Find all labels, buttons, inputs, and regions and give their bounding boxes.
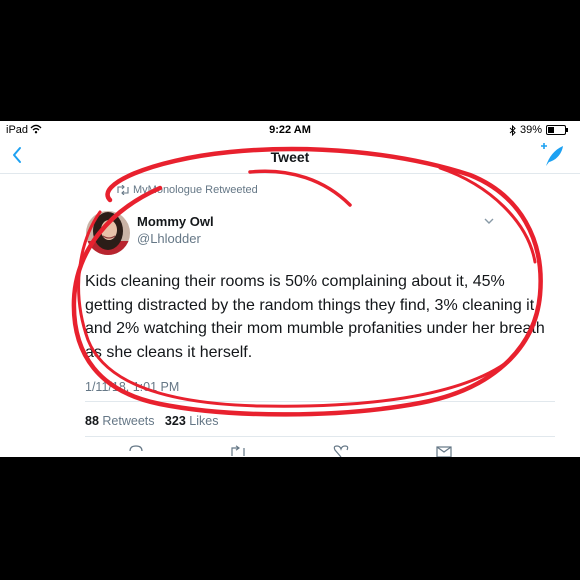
like-count-label: Likes [189, 414, 219, 428]
retweet-count-label: Retweets [102, 414, 155, 428]
tweet-timestamp: 1/11/18, 1:01 PM [85, 380, 180, 394]
avatar[interactable] [86, 211, 130, 255]
tweet-screen: iPad 9:22 AM 39% Tweet MyMonologue Retwe… [0, 121, 580, 457]
like-stat[interactable]: 323 Likes [165, 414, 219, 428]
retweet-count: 88 [85, 414, 99, 428]
share-button[interactable] [436, 445, 452, 457]
like-count: 323 [164, 414, 186, 428]
tweet-text: Kids cleaning their rooms is 50% complai… [85, 273, 545, 361]
retweet-icon [117, 185, 129, 195]
status-bar: iPad 9:22 AM 39% [0, 121, 580, 139]
retweet-stat[interactable]: 88 Retweets [85, 414, 155, 428]
divider [85, 401, 555, 402]
page-title: Tweet [270, 149, 310, 165]
like-button[interactable] [333, 445, 349, 457]
status-time: 9:22 AM [269, 124, 311, 136]
battery-percent: 39% [519, 124, 542, 136]
retweeted-by: MyMonologue Retweeted [116, 184, 258, 196]
battery-icon [546, 125, 568, 135]
author-name[interactable]: Mommy Owl [137, 214, 214, 229]
tweet-actions [0, 443, 580, 457]
bluetooth-icon [509, 124, 516, 136]
reply-button[interactable] [128, 445, 144, 457]
divider [85, 436, 555, 437]
tweet-stats: 88 Retweets 323 Likes [85, 414, 218, 428]
retweeted-by-label: MyMonologue Retweeted [133, 184, 258, 196]
chevron-down-icon[interactable] [484, 218, 494, 225]
nav-bar: Tweet [0, 139, 580, 174]
compose-tweet-button[interactable] [540, 142, 566, 168]
author-handle[interactable]: @Lhlodder [137, 231, 201, 246]
retweet-button[interactable] [229, 445, 247, 457]
